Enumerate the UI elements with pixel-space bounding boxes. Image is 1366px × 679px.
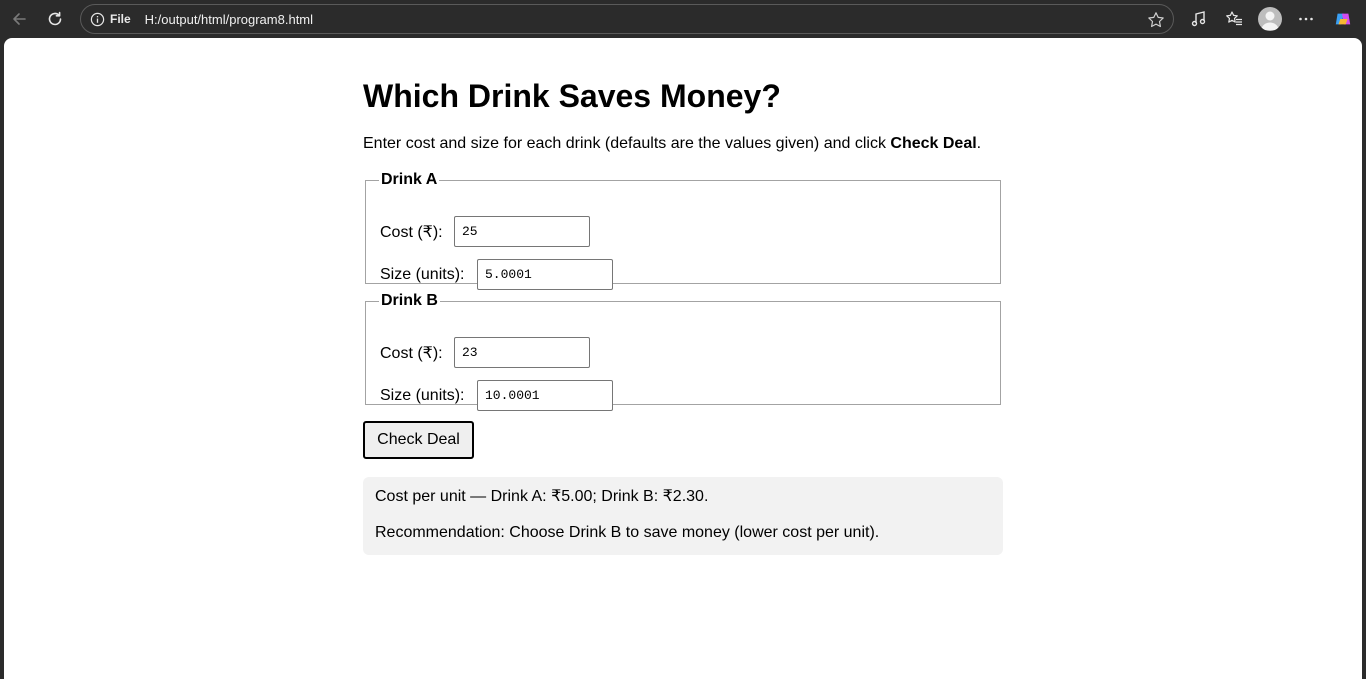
drink-b-size-input[interactable] xyxy=(477,380,613,411)
intro-suffix: . xyxy=(976,135,982,152)
drink-b-cost-row: Cost (₹): xyxy=(380,337,590,368)
drink-b-cost-label: Cost (₹): xyxy=(380,344,443,362)
cost-per-unit-text: Cost per unit — Drink A: ₹5.00; Drink B:… xyxy=(375,488,709,505)
address-bar[interactable]: File H:/output/html/program8.html xyxy=(80,4,1174,34)
refresh-icon xyxy=(48,11,62,26)
drink-b-size-row: Size (units): xyxy=(380,380,613,411)
check-deal-button[interactable]: Check Deal xyxy=(363,421,474,459)
more-options-icon[interactable] xyxy=(1293,6,1319,32)
drink-b-size-label: Size (units): xyxy=(380,386,465,404)
page-title: Which Drink Saves Money? xyxy=(363,78,781,114)
drink-a-legend: Drink A xyxy=(381,171,438,188)
drink-a-size-input[interactable] xyxy=(477,259,613,290)
scheme-label: File xyxy=(110,12,131,26)
favorite-star-icon[interactable] xyxy=(1147,11,1165,29)
copilot-icon[interactable] xyxy=(1330,6,1356,32)
drink-a-size-row: Size (units): xyxy=(380,259,613,290)
intro-prefix: Enter cost and size for each drink (defa… xyxy=(363,135,891,152)
back-button[interactable] xyxy=(6,6,32,32)
intro-text: Enter cost and size for each drink (defa… xyxy=(363,134,1003,154)
drink-a-fieldset: Drink A Cost (₹): Size (units): xyxy=(365,171,1001,290)
recommendation-text: Recommendation: Choose Drink B to save m… xyxy=(375,524,880,541)
browser-toolbar: File H:/output/html/program8.html xyxy=(0,0,1366,38)
drink-a-cost-input[interactable] xyxy=(454,216,590,247)
drink-b-fieldset: Drink B Cost (₹): Size (units): xyxy=(365,292,1001,411)
page-content: Which Drink Saves Money? Enter cost and … xyxy=(363,76,1003,555)
drink-a-size-label: Size (units): xyxy=(380,265,465,283)
drink-b-cost-input[interactable] xyxy=(454,337,590,368)
url-text[interactable]: H:/output/html/program8.html xyxy=(145,12,313,27)
intro-bold: Check Deal xyxy=(890,135,977,152)
drink-a-cost-label: Cost (₹): xyxy=(380,223,443,241)
drink-b-legend: Drink B xyxy=(381,292,438,309)
page-viewport: Which Drink Saves Money? Enter cost and … xyxy=(4,38,1362,679)
drink-a-cost-row: Cost (₹): xyxy=(380,216,590,247)
profile-avatar-icon[interactable] xyxy=(1258,7,1282,31)
back-arrow-icon xyxy=(13,13,26,25)
result-panel: Cost per unit — Drink A: ₹5.00; Drink B:… xyxy=(363,477,1003,555)
refresh-button[interactable] xyxy=(42,6,68,32)
favorites-icon[interactable] xyxy=(1221,6,1247,32)
read-aloud-icon[interactable] xyxy=(1186,6,1212,32)
info-icon[interactable] xyxy=(89,11,105,27)
